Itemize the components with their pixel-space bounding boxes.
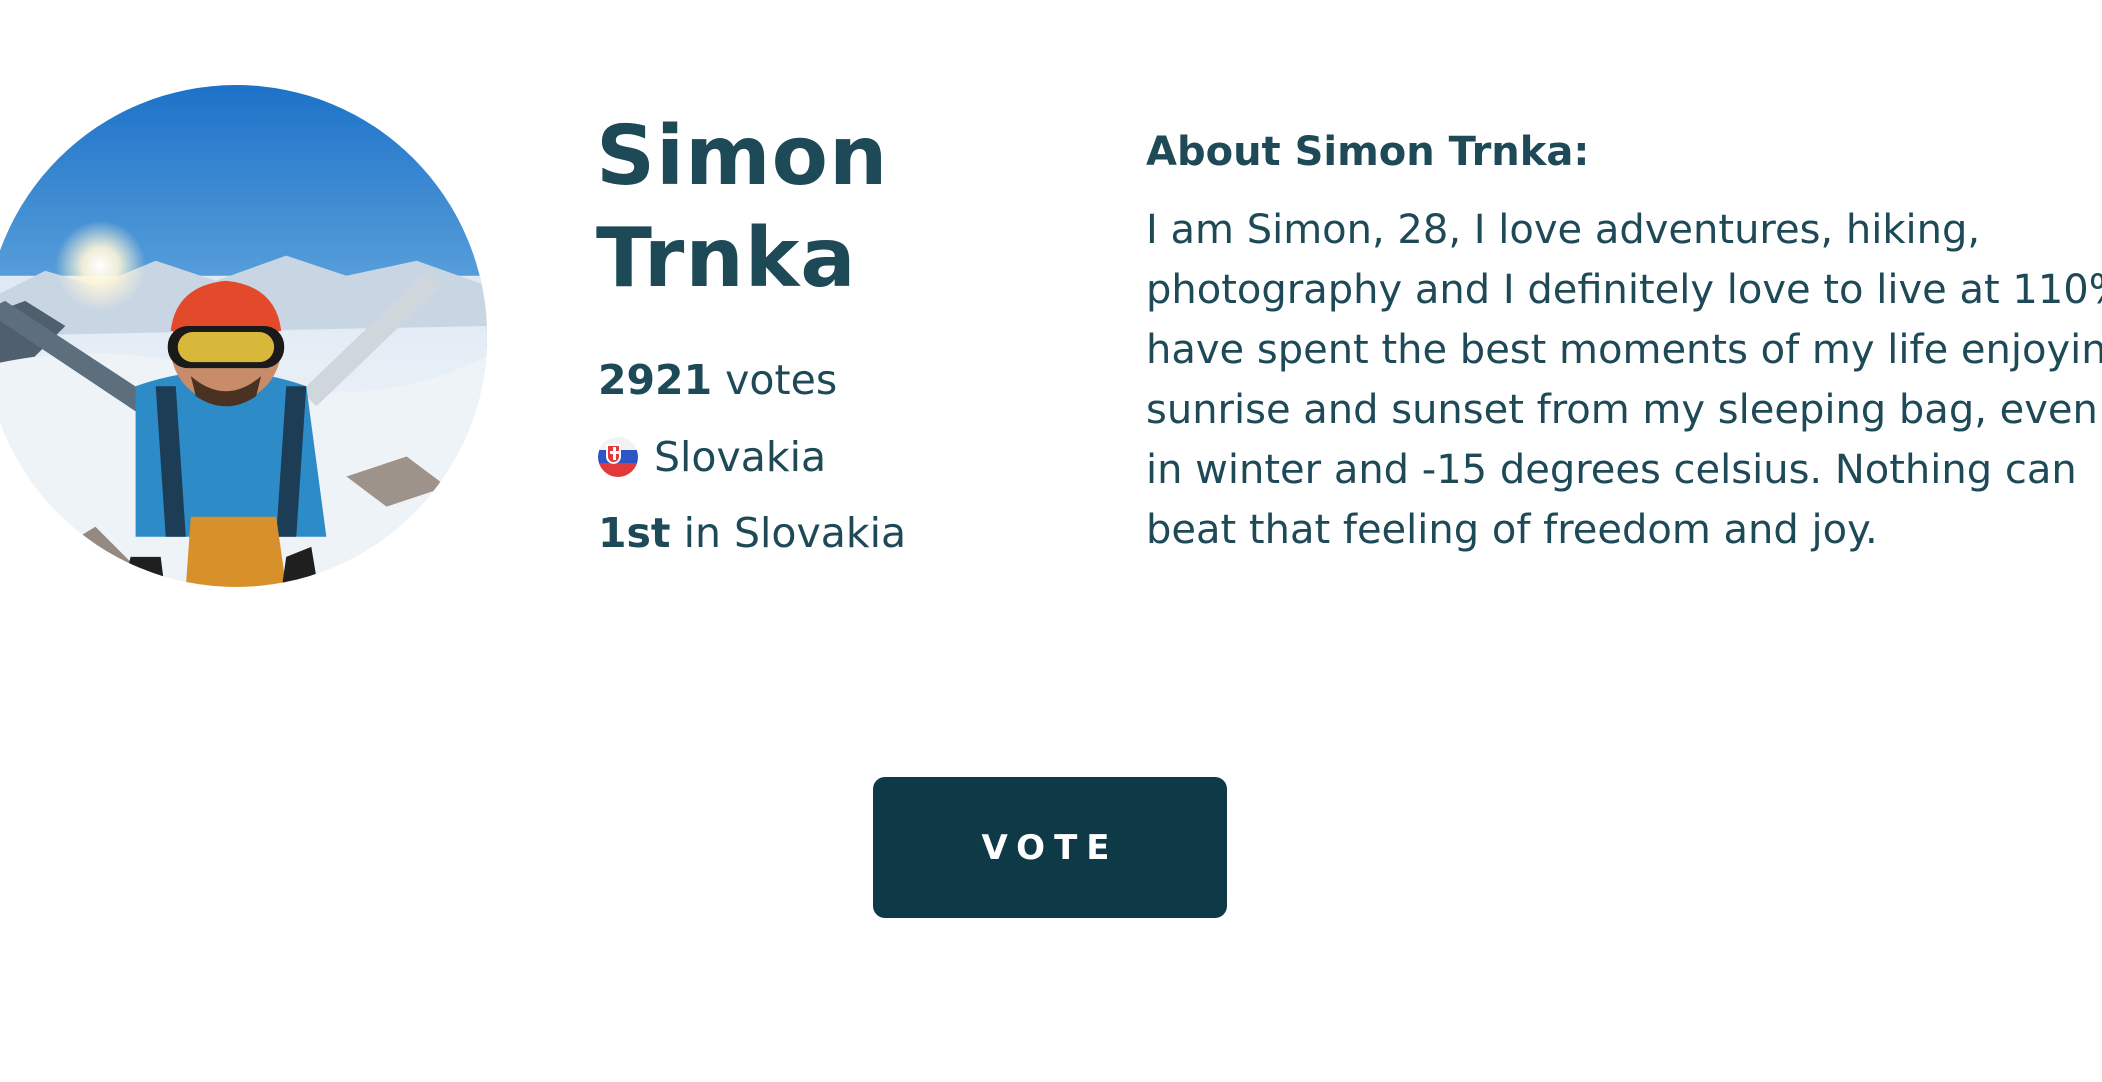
avatar-photo bbox=[0, 85, 487, 587]
about-title: About Simon Trnka: bbox=[1146, 129, 1590, 175]
country: Slovakia bbox=[598, 432, 826, 482]
avatar bbox=[0, 85, 487, 587]
profile-name: Simon Trnka bbox=[596, 106, 1096, 310]
about-line: I am Simon, 28, I love adventures, hikin… bbox=[1146, 207, 1981, 253]
last-name: Trnka bbox=[596, 211, 857, 306]
rank-ordinal: 1st bbox=[598, 509, 671, 557]
votes-number: 2921 bbox=[598, 356, 713, 404]
first-name: Simon bbox=[596, 109, 889, 204]
about-line: beat that feeling of freedom and joy. bbox=[1146, 507, 1878, 553]
slovakia-flag-icon bbox=[598, 437, 638, 477]
rank: 1st in Slovakia bbox=[598, 508, 906, 558]
about-line: have spent the best moments of my life e… bbox=[1146, 327, 2102, 373]
votes-label: votes bbox=[725, 356, 838, 404]
rank-scope: in Slovakia bbox=[683, 509, 907, 557]
about-text: I am Simon, 28, I love adventures, hikin… bbox=[1146, 200, 2102, 560]
vote-button[interactable]: VOTE bbox=[873, 777, 1227, 918]
profile-page: Simon Trnka 2921 votes Slovakia 1st in S… bbox=[0, 0, 2102, 1082]
about-line: sunrise and sunset from my sleeping bag,… bbox=[1146, 387, 2098, 433]
about-line: photography and I definitely love to liv… bbox=[1146, 267, 2102, 313]
about-line: in winter and -15 degrees celsius. Nothi… bbox=[1146, 447, 2077, 493]
votes-count: 2921 votes bbox=[598, 355, 837, 405]
country-name: Slovakia bbox=[654, 433, 827, 481]
